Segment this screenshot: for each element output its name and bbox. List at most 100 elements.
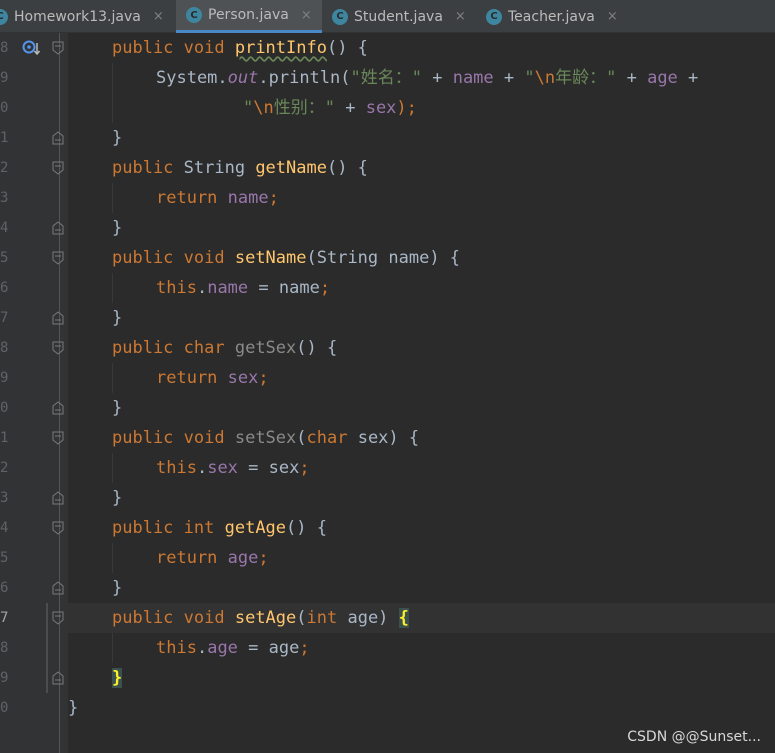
line-number[interactable]: 0	[0, 693, 12, 723]
code-text: sex) {	[347, 428, 420, 448]
fold-marker-icon[interactable]	[52, 131, 64, 145]
override-method-icon[interactable]	[22, 40, 41, 56]
code-text: () {	[296, 338, 338, 358]
code-line[interactable]: }	[112, 483, 122, 513]
code-text: +	[616, 68, 648, 88]
field-ref: age	[647, 68, 678, 88]
fold-marker-icon[interactable]	[52, 41, 64, 55]
line-number[interactable]: 7	[0, 603, 12, 633]
fold-marker-icon[interactable]	[52, 431, 64, 445]
code-text: +	[677, 68, 699, 88]
keyword: public char	[112, 338, 225, 358]
code-line[interactable]: this.age = age;	[156, 633, 310, 663]
code-text: +	[334, 98, 366, 118]
line-number[interactable]: 2	[0, 453, 12, 483]
line-number[interactable]: 8	[0, 33, 12, 63]
code-line[interactable]: public char getSex() {	[112, 333, 337, 363]
semicolon: ;	[258, 548, 269, 568]
code-line[interactable]: return age;	[156, 543, 269, 573]
static-field: out	[227, 68, 259, 88]
field-ref: name	[207, 278, 249, 298]
code-text: () {	[286, 518, 327, 538]
code-line[interactable]: return name;	[156, 183, 279, 213]
code-line[interactable]: this.name = name;	[156, 273, 330, 303]
line-number[interactable]: 9	[0, 663, 12, 693]
code-line[interactable]: }	[68, 693, 78, 723]
line-number[interactable]: 3	[0, 183, 12, 213]
code-line[interactable]: public void setSex(char sex) {	[112, 423, 419, 453]
matched-brace: }	[112, 668, 123, 688]
string-literal: 年龄："	[555, 68, 617, 88]
line-number[interactable]: 9	[0, 363, 12, 393]
code-text: age)	[337, 608, 399, 628]
code-text: (String name) {	[306, 248, 461, 268]
line-number[interactable]: 0	[0, 393, 12, 423]
code-line[interactable]: }	[112, 123, 122, 153]
fold-marker-icon[interactable]	[52, 611, 64, 625]
close-icon[interactable]: ×	[153, 9, 164, 24]
fold-marker-icon[interactable]	[52, 221, 64, 235]
fold-marker-icon[interactable]	[52, 491, 64, 505]
fold-marker-icon[interactable]	[52, 311, 64, 325]
code-line-current[interactable]: public void setAge(int age) {	[112, 603, 409, 633]
line-number[interactable]: 2	[0, 153, 12, 183]
line-number[interactable]: 3	[0, 483, 12, 513]
java-class-icon: C	[486, 8, 502, 25]
code-line[interactable]: System.out.println("姓名：" + name + "\n年龄：…	[156, 63, 698, 93]
tab-homework13[interactable]: C Homework13.java ×	[0, 0, 168, 33]
tab-student[interactable]: C Student.java ×	[322, 0, 474, 33]
code-line[interactable]: public void printInfo() {	[112, 33, 368, 63]
code-line[interactable]: }	[112, 303, 122, 333]
fold-marker-icon[interactable]	[52, 581, 64, 595]
line-number[interactable]: 6	[0, 273, 12, 303]
line-number[interactable]: 4	[0, 513, 12, 543]
close-icon[interactable]: ×	[301, 8, 312, 23]
line-number[interactable]: 8	[0, 633, 12, 663]
string-literal: "	[243, 98, 254, 118]
fold-marker-icon[interactable]	[52, 251, 64, 265]
field-ref: age	[207, 638, 238, 658]
field-ref: name	[227, 188, 269, 208]
fold-marker-icon[interactable]	[52, 521, 64, 535]
code-line[interactable]: public String getName() {	[112, 153, 368, 183]
line-number[interactable]: 5	[0, 243, 12, 273]
close-icon[interactable]: ×	[607, 9, 618, 24]
fold-marker-icon[interactable]	[52, 401, 64, 415]
code-text: () {	[326, 38, 368, 58]
type-name: String	[173, 158, 256, 178]
close-brace: }	[112, 218, 123, 238]
line-number[interactable]: 1	[0, 423, 12, 453]
code-text: = name	[248, 278, 320, 298]
code-line[interactable]: return sex;	[156, 363, 269, 393]
fold-marker-icon[interactable]	[52, 161, 64, 175]
code-line[interactable]: this.sex = sex;	[156, 453, 310, 483]
semicolon: ;	[258, 368, 269, 388]
line-number[interactable]: 6	[0, 573, 12, 603]
code-text: = sex	[237, 458, 300, 478]
code-line[interactable]: "\n性别：" + sex);	[243, 93, 417, 123]
line-number[interactable]: 4	[0, 213, 12, 243]
indent-guide	[112, 633, 113, 663]
fold-marker-icon[interactable]	[52, 341, 64, 355]
code-line[interactable]: }	[112, 213, 122, 243]
code-line[interactable]: public void setName(String name) {	[112, 243, 460, 273]
line-number[interactable]: 8	[0, 333, 12, 363]
code-line[interactable]: }	[112, 393, 122, 423]
tab-person[interactable]: C Person.java ×	[176, 0, 322, 33]
line-number[interactable]: 1	[0, 123, 12, 153]
code-line[interactable]: }	[112, 663, 123, 693]
fold-marker-icon[interactable]	[52, 671, 64, 685]
matched-brace: {	[398, 608, 409, 628]
close-brace: }	[112, 488, 123, 508]
keyword: public void	[112, 248, 225, 268]
line-number[interactable]: 9	[0, 63, 12, 93]
line-number[interactable]: 5	[0, 543, 12, 573]
close-icon[interactable]: ×	[455, 9, 466, 24]
code-line[interactable]: }	[112, 573, 122, 603]
keyword: public void	[112, 428, 225, 448]
keyword: this	[156, 278, 197, 298]
line-number[interactable]: 0	[0, 93, 12, 123]
tab-teacher[interactable]: C Teacher.java ×	[476, 0, 626, 33]
line-number[interactable]: 7	[0, 303, 12, 333]
code-line[interactable]: public int getAge() {	[112, 513, 327, 543]
